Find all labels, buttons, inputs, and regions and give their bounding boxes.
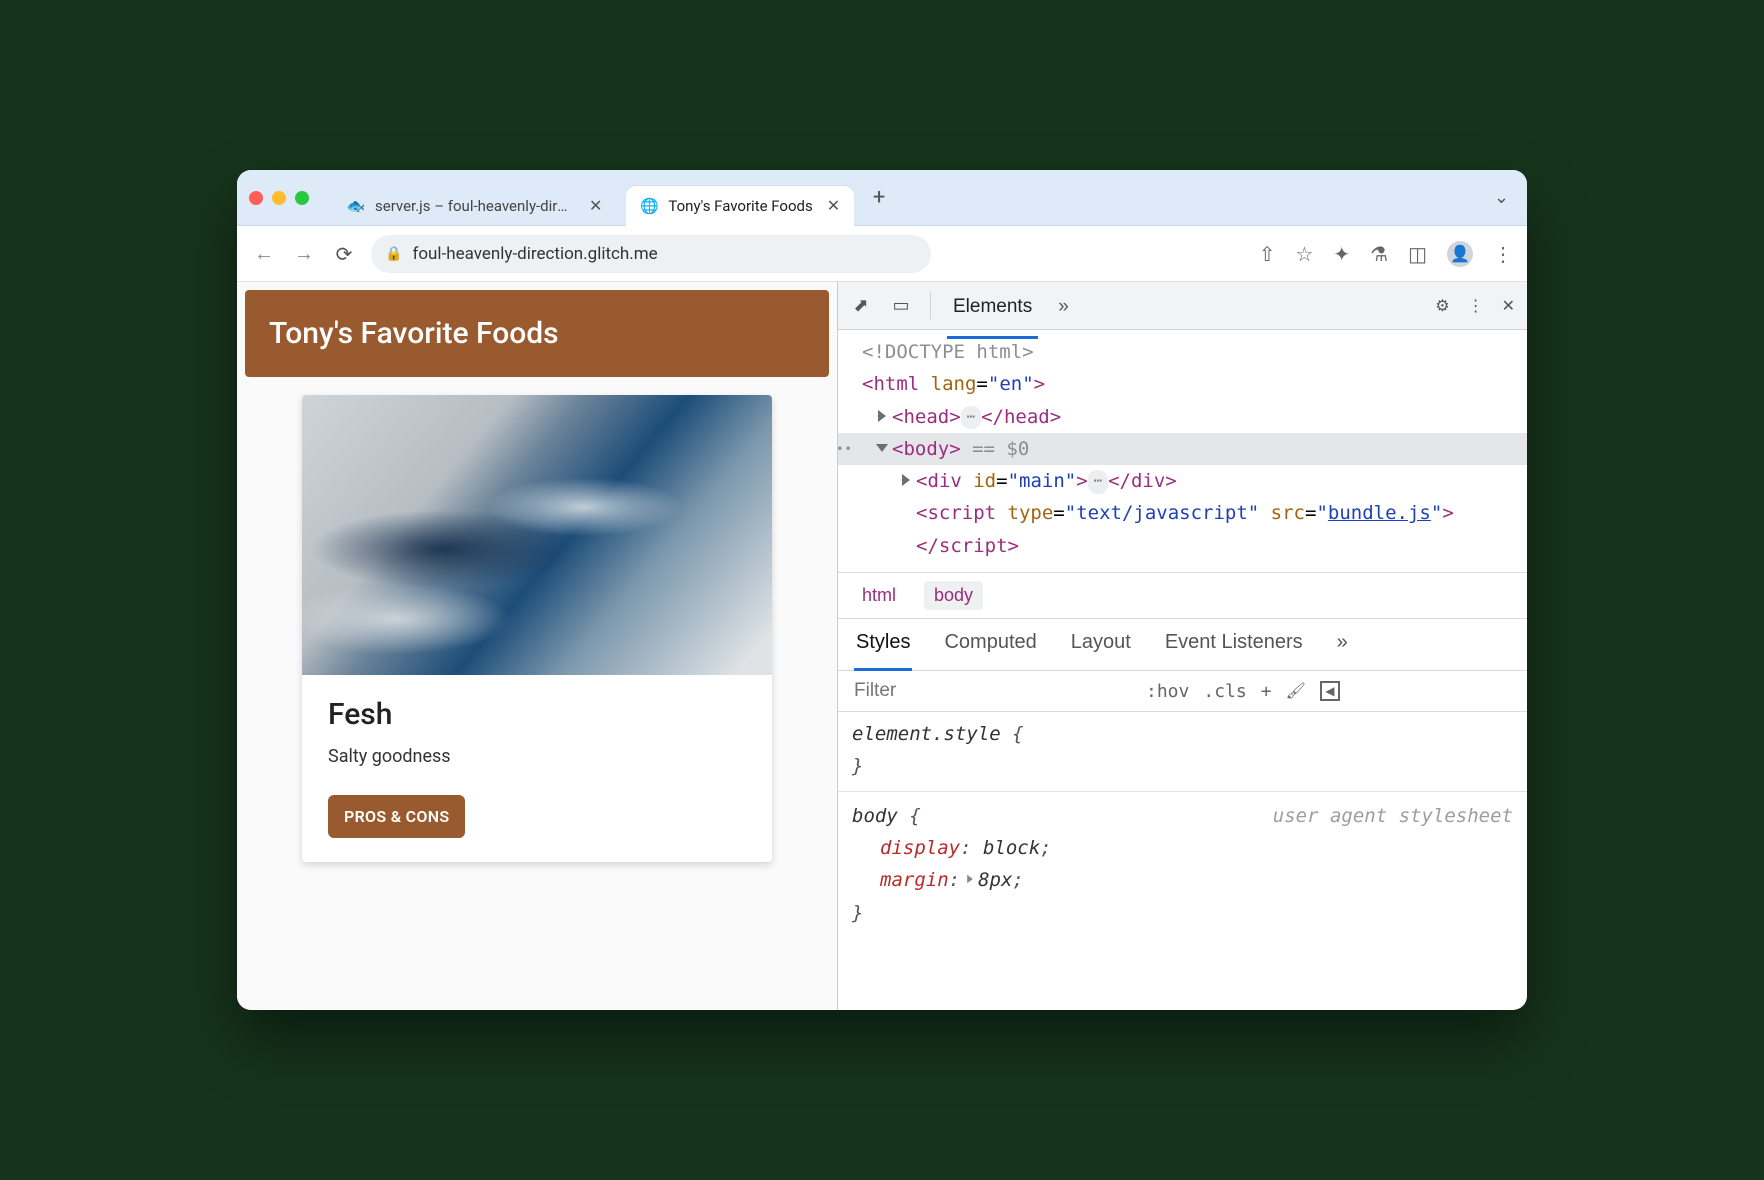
extensions-icon[interactable]: ✦ — [1333, 242, 1350, 266]
tab-elements[interactable]: Elements — [949, 286, 1036, 326]
crumb-html[interactable]: html — [852, 581, 906, 610]
subtab-event-listeners[interactable]: Event Listeners — [1165, 631, 1303, 660]
bundle-link[interactable]: bundle.js — [1328, 502, 1431, 524]
browser-window: 🐟 server.js – foul-heavenly-direct ✕ 🌐 T… — [237, 170, 1527, 1010]
toggle-sidebar-icon[interactable]: ◀ — [1320, 681, 1340, 701]
food-image — [302, 395, 772, 675]
dom-breadcrumbs: html body — [838, 573, 1527, 619]
forward-button[interactable]: → — [291, 241, 317, 266]
address-bar[interactable]: 🔒 foul-heavenly-direction.glitch.me — [371, 235, 931, 273]
inspect-icon[interactable]: ⬈ — [850, 295, 872, 316]
collapse-icon[interactable] — [876, 444, 888, 452]
subtab-more[interactable]: » — [1337, 631, 1348, 660]
crumb-body[interactable]: body — [924, 581, 983, 610]
bookmark-icon[interactable]: ☆ — [1295, 242, 1313, 266]
glitch-favicon-icon: 🐟 — [347, 197, 365, 215]
window-zoom-icon[interactable] — [295, 191, 309, 205]
tab-strip: 🐟 server.js – foul-heavenly-direct ✕ 🌐 T… — [237, 170, 1527, 226]
tab-label: server.js – foul-heavenly-direct — [375, 197, 575, 215]
reload-button[interactable]: ⟳ — [331, 242, 357, 266]
tab-more[interactable]: » — [1054, 286, 1073, 326]
tab-server-js[interactable]: 🐟 server.js – foul-heavenly-direct ✕ — [333, 186, 616, 226]
hov-toggle[interactable]: :hov — [1146, 681, 1189, 702]
share-icon[interactable]: ⇧ — [1259, 242, 1276, 266]
card-title: Fesh — [328, 697, 746, 732]
styles-pane[interactable]: element.style { } user agent stylesheet … — [838, 712, 1527, 929]
new-tab-button[interactable]: + — [864, 183, 894, 213]
expand-icon[interactable] — [902, 474, 910, 486]
device-toggle-icon[interactable]: ▭ — [890, 295, 912, 316]
window-minimize-icon[interactable] — [272, 191, 286, 205]
profile-avatar[interactable]: 👤 — [1447, 241, 1473, 267]
subtab-layout[interactable]: Layout — [1071, 631, 1131, 660]
dom-tree[interactable]: <!DOCTYPE html> <html lang="en"> <head>⋯… — [838, 330, 1527, 573]
devtools-tabstrip: ⬈ ▭ Elements » ⚙ ⋮ ✕ — [838, 282, 1527, 330]
sidepanel-icon[interactable]: ◫ — [1408, 242, 1427, 266]
subtab-styles[interactable]: Styles — [856, 631, 910, 660]
globe-favicon-icon: 🌐 — [640, 197, 658, 215]
rendered-page: Tony's Favorite Foods Fesh Salty goodnes… — [237, 282, 837, 1010]
close-icon[interactable]: ✕ — [827, 196, 840, 215]
window-controls — [249, 191, 309, 205]
devtools-panel: ⬈ ▭ Elements » ⚙ ⋮ ✕ <!DOCTYPE html> <ht… — [837, 282, 1527, 1010]
back-button[interactable]: ← — [251, 241, 277, 266]
tab-tonys-foods[interactable]: 🌐 Tony's Favorite Foods ✕ — [626, 186, 854, 226]
close-icon[interactable]: ✕ — [589, 196, 602, 215]
styles-tabstrip: Styles Computed Layout Event Listeners » — [838, 619, 1527, 671]
tab-label: Tony's Favorite Foods — [668, 197, 812, 215]
cls-toggle[interactable]: .cls — [1203, 681, 1246, 702]
content-area: Tony's Favorite Foods Fesh Salty goodnes… — [237, 282, 1527, 1010]
page-title: Tony's Favorite Foods — [245, 290, 829, 377]
labs-icon[interactable]: ⚗ — [1370, 242, 1388, 266]
computed-styles-icon[interactable]: 🖌 — [1286, 681, 1306, 701]
subtab-computed[interactable]: Computed — [944, 631, 1036, 660]
pros-cons-button[interactable]: PROS & CONS — [328, 795, 465, 838]
lock-icon: 🔒 — [385, 246, 402, 262]
new-rule-button[interactable]: + — [1261, 681, 1272, 702]
url-text: foul-heavenly-direction.glitch.me — [412, 244, 657, 264]
dom-doctype: <!DOCTYPE html> — [862, 341, 1034, 363]
window-close-icon[interactable] — [249, 191, 263, 205]
expand-icon[interactable] — [878, 410, 886, 422]
settings-icon[interactable]: ⚙ — [1435, 296, 1449, 316]
close-devtools-icon[interactable]: ✕ — [1502, 296, 1515, 316]
tabs-menu-icon[interactable]: ⌄ — [1494, 187, 1509, 208]
kebab-menu-icon[interactable]: ⋮ — [1468, 296, 1484, 316]
styles-filter-bar: :hov .cls + 🖌 ◀ — [838, 671, 1527, 712]
kebab-menu-icon[interactable]: ⋮ — [1493, 242, 1513, 266]
card-description: Salty goodness — [328, 746, 746, 767]
food-card: Fesh Salty goodness PROS & CONS — [302, 395, 772, 862]
toolbar: ← → ⟳ 🔒 foul-heavenly-direction.glitch.m… — [237, 226, 1527, 282]
dom-selected-body[interactable]: <body> == $0 — [838, 433, 1527, 465]
stylesheet-source: user agent stylesheet — [1273, 800, 1513, 832]
styles-filter-input[interactable] — [852, 679, 1132, 703]
